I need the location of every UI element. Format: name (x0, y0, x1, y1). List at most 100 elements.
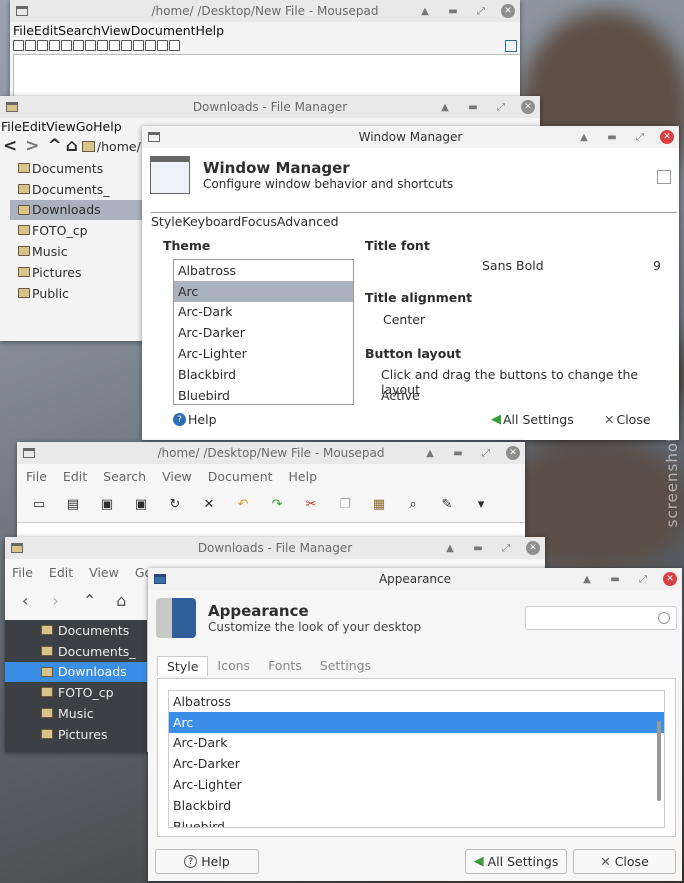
help-button[interactable]: ? Help (173, 412, 217, 427)
menu-file[interactable]: File (1, 119, 22, 134)
sidebar-item-downloads[interactable]: Downloads (5, 661, 147, 683)
menu-document[interactable]: Document (131, 23, 196, 38)
find-icon[interactable] (145, 40, 156, 51)
open-icon[interactable] (25, 40, 36, 51)
close-button[interactable]: ✕ Close (573, 849, 676, 874)
menu-go[interactable]: Go (76, 119, 93, 134)
sidebar-item-pictures[interactable]: Pictures (5, 724, 147, 745)
title-alignment-select[interactable]: Center (383, 312, 425, 327)
maximize-icon[interactable]: ⤢ (478, 445, 494, 461)
back-icon[interactable]: < (3, 136, 17, 156)
theme-item[interactable]: Bluebird (169, 816, 664, 827)
save-as-icon[interactable]: ▣ (133, 497, 149, 512)
appearance-titlebar[interactable]: Appearance ▲ ▬ ⤢ ✕ (148, 568, 682, 590)
paste-icon[interactable] (133, 40, 144, 51)
theme-item[interactable]: Bluebird (174, 385, 353, 404)
undo-icon[interactable] (85, 40, 96, 51)
save-icon[interactable]: ▣ (99, 497, 115, 512)
maximize-icon[interactable]: ⤢ (632, 129, 648, 145)
toolbar-overflow-icon[interactable]: ▾ (473, 497, 489, 512)
theme-item[interactable]: Arc-Dark (169, 733, 664, 754)
paste-icon[interactable]: ▦ (371, 497, 387, 512)
sidebar-item-documents-underscore[interactable]: Documents_ (5, 641, 147, 662)
theme-item[interactable]: Arc-Dark (174, 302, 353, 323)
theme-list[interactable]: Albatross Arc Arc-Dark Arc-Darker Arc-Li… (173, 259, 354, 405)
open-icon[interactable]: ▤ (65, 497, 81, 512)
theme-item-selected[interactable]: Arc (169, 711, 664, 733)
menu-edit[interactable]: Edit (22, 119, 46, 134)
close-icon[interactable]: ✕ (506, 446, 520, 460)
sidebar-item-foto-cp[interactable]: FOTO_cp (10, 220, 142, 241)
redo-icon[interactable] (97, 40, 108, 51)
close-doc-icon[interactable] (73, 40, 84, 51)
close-icon[interactable]: ✕ (521, 100, 535, 114)
menu-edit[interactable]: Edit (63, 469, 87, 484)
menu-file[interactable]: File (13, 23, 34, 38)
theme-item[interactable]: Blackbird (169, 795, 664, 816)
replace-icon[interactable]: ✎ (439, 497, 455, 512)
close-button[interactable]: ✕ Close (604, 412, 651, 427)
sidebar-item-public[interactable]: Public (10, 283, 142, 304)
tab-advanced[interactable]: Advanced (277, 214, 339, 229)
maximize-icon[interactable]: ⤢ (498, 540, 514, 556)
filemanager-titlebar[interactable]: Downloads - File Manager ▲ ▬ ⤢ ✕ (5, 537, 545, 559)
cut-icon[interactable]: ✂ (303, 497, 319, 512)
sidebar-item-documents[interactable]: Documents (10, 158, 142, 179)
home-icon[interactable]: ⌂ (66, 136, 78, 156)
menu-search[interactable]: Search (103, 469, 146, 484)
redo-icon[interactable]: ↷ (269, 497, 285, 512)
goto-icon[interactable] (169, 40, 180, 51)
minimize-icon[interactable]: ▲ (576, 129, 592, 145)
help-button[interactable]: ? Help (155, 849, 259, 874)
menu-view[interactable]: View (89, 565, 119, 580)
iconify-icon[interactable]: ▬ (445, 3, 461, 19)
theme-item[interactable]: Arc-Lighter (169, 774, 664, 795)
maximize-icon[interactable]: ⤢ (493, 99, 509, 115)
tab-icons[interactable]: Icons (208, 656, 259, 676)
menu-edit[interactable]: Edit (49, 565, 73, 580)
theme-list-scrollbar[interactable] (657, 721, 661, 801)
theme-item[interactable]: Arc-Lighter (174, 343, 353, 364)
close-icon[interactable]: ✕ (660, 130, 674, 144)
save-icon[interactable] (37, 40, 48, 51)
menu-view[interactable]: View (101, 23, 131, 38)
menu-edit[interactable]: Edit (34, 23, 58, 38)
iconify-icon[interactable]: ▬ (607, 571, 623, 587)
close-doc-icon[interactable]: ✕ (201, 497, 217, 512)
search-icon[interactable] (657, 170, 671, 184)
theme-item[interactable]: Blackbird (174, 364, 353, 385)
all-settings-button[interactable]: ◀ All Settings (491, 412, 574, 427)
forward-icon[interactable]: › (52, 591, 58, 610)
close-icon[interactable]: ✕ (501, 4, 515, 18)
menu-file[interactable]: File (26, 469, 47, 484)
maximize-icon[interactable]: ⤢ (635, 571, 651, 587)
mousepad-text-area[interactable] (13, 54, 520, 100)
tab-settings[interactable]: Settings (311, 656, 380, 676)
sidebar-item-documents[interactable]: Documents (5, 620, 147, 641)
menu-view[interactable]: View (162, 469, 192, 484)
tab-style[interactable]: Style (157, 656, 209, 676)
theme-item[interactable]: Arc-Darker (169, 753, 664, 774)
tab-style[interactable]: Style (151, 214, 182, 229)
iconify-icon[interactable]: ▬ (465, 99, 481, 115)
sidebar-item-foto-cp[interactable]: FOTO_cp (5, 682, 147, 703)
close-icon[interactable]: ✕ (526, 541, 540, 555)
minimize-icon[interactable]: ▲ (417, 3, 433, 19)
theme-item-selected[interactable]: Arc (174, 280, 353, 302)
cut-icon[interactable] (109, 40, 120, 51)
menu-document[interactable]: Document (208, 469, 273, 484)
undo-icon[interactable]: ↶ (235, 497, 251, 512)
new-icon[interactable] (13, 40, 24, 51)
minimize-icon[interactable]: ▲ (442, 540, 458, 556)
sidebar-item-pictures[interactable]: Pictures (10, 262, 142, 283)
menu-help[interactable]: Help (289, 469, 318, 484)
menu-help[interactable]: Help (93, 119, 122, 134)
maximize-icon[interactable]: ⤢ (473, 3, 489, 19)
sidebar-item-music[interactable]: Music (10, 241, 142, 262)
theme-item[interactable]: Arc-Darker (174, 322, 353, 343)
minimize-icon[interactable]: ▲ (579, 571, 595, 587)
all-settings-button[interactable]: ◀ All Settings (465, 849, 567, 874)
iconify-icon[interactable]: ▬ (604, 129, 620, 145)
sidebar-item-downloads[interactable]: Downloads (10, 199, 142, 221)
menu-help[interactable]: Help (196, 23, 225, 38)
